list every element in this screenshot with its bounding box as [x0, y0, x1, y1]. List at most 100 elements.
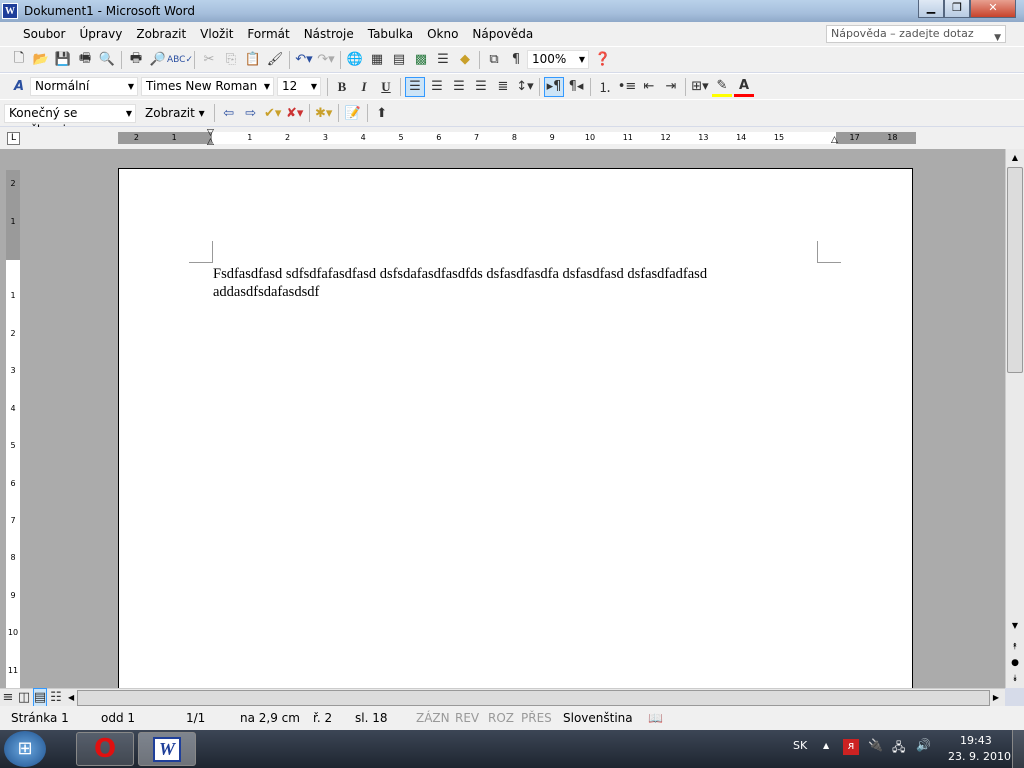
- input-language[interactable]: SK: [793, 739, 807, 752]
- status-record-macro[interactable]: ZÁZN: [416, 711, 450, 725]
- menu-vlozit[interactable]: Vložit: [193, 27, 240, 41]
- style-select[interactable]: Normální ▼: [30, 77, 138, 96]
- status-language[interactable]: Slovenština: [563, 711, 633, 725]
- horizontal-ruler[interactable]: L 2 1 1 2 3 4 5 6 7 8 9 10 11 12 13 14 15 17 18 ▽ △ △: [0, 127, 1024, 149]
- redo-icon[interactable]: ↷▾: [316, 50, 336, 70]
- bold-button[interactable]: B: [332, 77, 352, 97]
- zoom-select[interactable]: 100% ▼: [527, 50, 589, 69]
- next-change-icon[interactable]: ⇨: [241, 103, 261, 123]
- justify-icon[interactable]: ☰: [471, 77, 491, 97]
- scroll-down-icon[interactable]: ▼: [1006, 621, 1024, 637]
- permission-icon[interactable]: 🖷: [75, 50, 95, 70]
- numbering-icon[interactable]: ⒈: [595, 77, 615, 97]
- network-icon[interactable]: 🖧: [892, 738, 905, 759]
- hscroll-thumb[interactable]: [77, 689, 990, 706]
- right-indent-marker[interactable]: △: [831, 135, 838, 145]
- start-button[interactable]: ⊞: [4, 731, 46, 767]
- align-right-icon[interactable]: ☰: [449, 77, 469, 97]
- align-left-icon[interactable]: ☰: [405, 76, 425, 97]
- columns-icon[interactable]: ☰: [433, 50, 453, 70]
- clock-date[interactable]: 23. 9. 2010: [948, 750, 1011, 763]
- track-changes-icon[interactable]: 📝: [343, 103, 363, 123]
- outline-view-icon[interactable]: ☷: [49, 688, 63, 708]
- insert-excel-icon[interactable]: ▩: [411, 50, 431, 70]
- rtl-paragraph-icon[interactable]: ¶◂: [566, 77, 586, 97]
- taskbar-word[interactable]: W: [138, 732, 196, 766]
- line-spacing-icon[interactable]: ↕▾: [515, 77, 535, 97]
- spelling-status-icon[interactable]: 📖: [648, 711, 663, 725]
- scroll-up-icon[interactable]: ▲: [1006, 149, 1024, 166]
- antivirus-icon[interactable]: ᴙ: [843, 739, 859, 755]
- format-painter-icon[interactable]: 🖌: [265, 50, 285, 70]
- italic-button[interactable]: I: [354, 77, 374, 97]
- help-search-input[interactable]: Nápověda – zadejte dotaz ▼: [826, 25, 1006, 43]
- cut-icon[interactable]: ✂: [199, 50, 219, 70]
- spelling-icon[interactable]: ABC✓: [167, 50, 193, 70]
- accept-change-icon[interactable]: ✔▾: [263, 103, 283, 123]
- help-icon[interactable]: ❓: [593, 50, 613, 70]
- copy-icon[interactable]: ⎘: [221, 50, 241, 70]
- minimize-button[interactable]: ▁: [918, 0, 944, 18]
- vertical-scrollbar[interactable]: ▲ ▼ ⯭ ● ⯯: [1005, 149, 1024, 688]
- clock-time[interactable]: 19:43: [960, 734, 992, 747]
- font-select[interactable]: Times New Roman ▼: [141, 77, 274, 96]
- paste-icon[interactable]: 📋: [243, 50, 263, 70]
- highlight-icon[interactable]: ✎: [712, 77, 732, 97]
- tab-selector[interactable]: L: [7, 132, 20, 145]
- volume-icon[interactable]: 🔊: [916, 738, 931, 752]
- font-size-select[interactable]: 12 ▼: [277, 77, 321, 96]
- align-center-icon[interactable]: ☰: [427, 77, 447, 97]
- document-text[interactable]: Fsdfasdfasd sdfsdfafasdfasd dsfsdafasdfa…: [213, 265, 813, 301]
- chevron-down-icon[interactable]: ▼: [994, 30, 1001, 46]
- previous-change-icon[interactable]: ⇦: [219, 103, 239, 123]
- show-desktop-button[interactable]: [1012, 730, 1024, 768]
- menu-nastroje[interactable]: Nástroje: [297, 27, 361, 41]
- horizontal-scrollbar[interactable]: ≡ ◫ ▤ ☷ ◀ ▶: [0, 687, 1005, 708]
- show-markup-button[interactable]: Zobrazit ▾: [145, 106, 205, 120]
- decrease-indent-icon[interactable]: ⇤: [639, 77, 659, 97]
- styles-icon[interactable]: A: [9, 77, 29, 97]
- font-color-icon[interactable]: A: [734, 77, 754, 97]
- underline-button[interactable]: U: [376, 77, 396, 97]
- reviewing-pane-icon[interactable]: ⬆: [372, 103, 392, 123]
- scroll-thumb[interactable]: [1007, 167, 1023, 373]
- insert-comment-icon[interactable]: ✱▾: [314, 103, 334, 123]
- document-map-icon[interactable]: ⧉: [484, 50, 504, 70]
- restore-button[interactable]: ❐: [944, 0, 970, 18]
- word-app-icon[interactable]: W: [2, 3, 18, 19]
- vertical-ruler[interactable]: 2 1 1 2 3 4 5 6 7 8 9 10 11: [6, 170, 20, 688]
- menu-napoveda[interactable]: Nápověda: [465, 27, 540, 41]
- menu-tabulka[interactable]: Tabulka: [361, 27, 420, 41]
- hyperlink-icon[interactable]: 🌐: [345, 50, 365, 70]
- normal-view-icon[interactable]: ≡: [1, 688, 15, 708]
- show-formatting-icon[interactable]: ¶: [506, 50, 526, 70]
- search-file-icon[interactable]: 🔍: [97, 50, 117, 70]
- insert-table-icon[interactable]: ▤: [389, 50, 409, 70]
- status-track-changes[interactable]: REV: [455, 711, 479, 725]
- power-icon[interactable]: 🔌: [868, 738, 883, 752]
- increase-indent-icon[interactable]: ⇥: [661, 77, 681, 97]
- taskbar-opera[interactable]: O: [76, 732, 134, 766]
- print-layout-icon[interactable]: ▤: [33, 687, 47, 708]
- menu-soubor[interactable]: Soubor: [16, 27, 72, 41]
- show-hidden-icons[interactable]: ▲: [823, 741, 829, 750]
- open-icon[interactable]: 📂: [31, 50, 51, 70]
- print-preview-icon[interactable]: 🔎: [148, 50, 168, 70]
- display-for-review-select[interactable]: Konečný se značkami▼: [4, 103, 136, 137]
- tables-borders-icon[interactable]: ▦: [367, 50, 387, 70]
- undo-icon[interactable]: ↶▾: [294, 50, 314, 70]
- menu-upravy[interactable]: Úpravy: [72, 27, 129, 41]
- print-icon[interactable]: 🖶: [126, 50, 146, 70]
- menu-format[interactable]: Formát: [240, 27, 296, 41]
- menu-zobrazit[interactable]: Zobrazit: [129, 27, 193, 41]
- document-page[interactable]: Fsdfasdfasd sdfsdfafasdfasd dsfsdafasdfa…: [118, 168, 913, 698]
- save-icon[interactable]: 💾: [53, 50, 73, 70]
- distributed-icon[interactable]: ≣: [493, 77, 513, 97]
- status-extend[interactable]: ROZ: [488, 711, 514, 725]
- bullets-icon[interactable]: •≡: [617, 77, 637, 97]
- status-overtype[interactable]: PŘES: [521, 711, 552, 725]
- scroll-left-icon[interactable]: ◀: [68, 693, 74, 702]
- web-view-icon[interactable]: ◫: [17, 688, 31, 708]
- ltr-paragraph-icon[interactable]: ▸¶: [544, 76, 564, 97]
- indent-marker[interactable]: ▽ △: [207, 129, 214, 147]
